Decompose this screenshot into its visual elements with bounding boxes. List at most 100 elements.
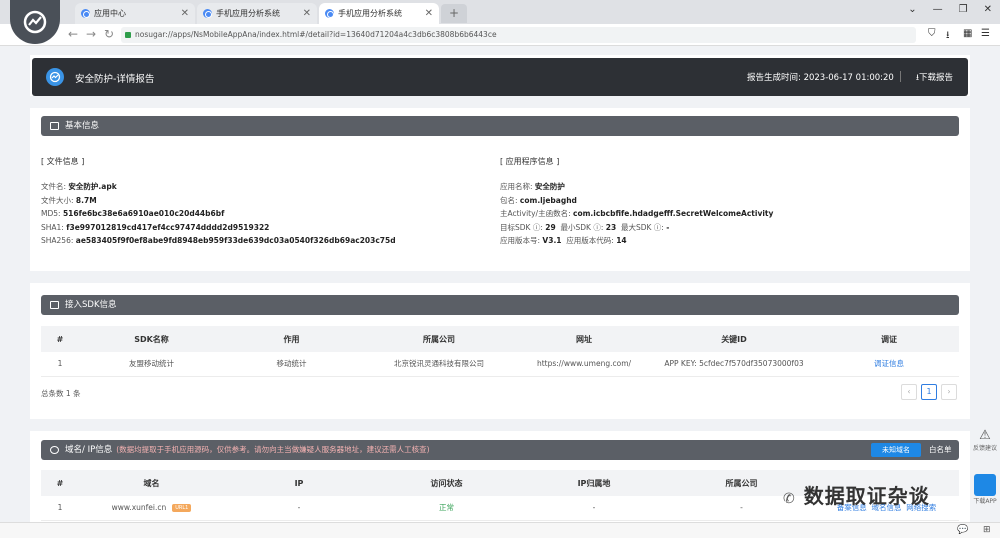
column-header: IP归属地 — [519, 470, 669, 496]
value: - — [666, 222, 670, 232]
file-info: [ 文件信息 ] 文件名: 安全防护.apk 文件大小: 8.7M MD5: 5… — [41, 156, 396, 248]
download-icon[interactable]: ⭳ — [946, 28, 950, 45]
value: f3e997012819cd417ef4cc97474dddd2d9519322 — [66, 222, 270, 232]
value: ae583405f9f0ef8abe9fd8948eb959f33de639dc… — [75, 236, 396, 245]
address-bar: ← → ↻ nosugar://apps/NsMobileAppAna/inde… — [0, 24, 1000, 46]
app-info: [ 应用程序信息 ] 应用名称: 安全防护 包名: com.ljebaghd 主… — [500, 156, 773, 248]
column-header: # — [41, 470, 79, 496]
label: SHA1: — [41, 222, 64, 232]
value: 29 — [545, 222, 556, 232]
basic-info-card: 基本信息 [ 文件信息 ] 文件名: 安全防护.apk 文件大小: 8.7M M… — [30, 108, 970, 271]
cell-domain: www.xunfei.cn URL1 — [79, 496, 224, 521]
package-row: 包名: com.ljebaghd — [500, 194, 773, 208]
cell-ip-location: - — [519, 496, 669, 521]
whitelist-button[interactable]: 白名单 — [929, 443, 952, 457]
value: V3.1 — [542, 236, 562, 245]
menu-icon[interactable]: ☰ — [981, 28, 990, 39]
md5-row: MD5: 516fe6bc38e6a6910ae010c20d44b6bf — [41, 207, 396, 221]
prev-page-button[interactable]: ‹ — [901, 384, 917, 400]
column-header: 关键ID — [649, 326, 819, 352]
minimize-icon[interactable]: — — [933, 4, 943, 15]
tab-analysis-2[interactable]: 手机应用分析系统 ✕ — [319, 3, 439, 24]
sdk-table: # SDK名称 作用 所属公司 网址 关键ID 调证 1 友盟移动统计 移动统计… — [41, 326, 959, 377]
total-count: 总条数 1 条 — [41, 389, 81, 398]
sdk-card: 接入SDK信息 # SDK名称 作用 所属公司 网址 关键ID 调证 1 友盟移… — [30, 283, 970, 419]
cell-sdk-name: 友盟移动统计 — [79, 352, 224, 377]
close-window-icon[interactable]: ✕ — [984, 4, 992, 15]
sdk-icon — [50, 301, 59, 309]
domain-text: www.xunfei.cn — [111, 503, 167, 513]
cell-role: 移动统计 — [224, 352, 359, 377]
new-tab-button[interactable]: + — [441, 4, 467, 23]
tab-title: 应用中心 — [94, 9, 126, 18]
evidence-link[interactable]: 调证信息 — [819, 352, 959, 377]
window-controls: ⌄ — ❐ ✕ — [908, 4, 992, 15]
shield-icon[interactable]: ⛉ — [928, 28, 936, 39]
divider — [900, 71, 901, 82]
page-button[interactable]: 1 — [921, 384, 937, 400]
activity-row: 主Activity/主函数名: com.icbcbfife.hdadgefff.… — [500, 207, 773, 221]
value: 14 — [616, 236, 627, 245]
tab-favicon-icon — [81, 9, 90, 18]
tab-analysis-1[interactable]: 手机应用分析系统 ✕ — [197, 3, 317, 24]
reload-icon[interactable]: ↻ — [104, 27, 114, 41]
next-page-button[interactable]: › — [941, 384, 957, 400]
column-header: IP — [224, 470, 374, 496]
label: 文件名: — [41, 182, 67, 191]
feedback-label: 反馈建议 — [972, 445, 997, 452]
label: 目标SDK ⓘ: — [500, 222, 543, 232]
sdk-row: 目标SDK ⓘ: 29 最小SDK ⓘ: 23 最大SDK ⓘ: - — [500, 221, 773, 235]
label: SHA256: — [41, 236, 74, 245]
close-icon[interactable]: ✕ — [181, 8, 189, 19]
value: 23 — [605, 222, 617, 232]
column-header: SDK名称 — [79, 326, 224, 352]
cell-ip: - — [224, 496, 374, 521]
label: 应用版本代码: — [566, 236, 614, 245]
value: com.ljebaghd — [519, 195, 577, 205]
section-title: 接入SDK信息 — [65, 300, 117, 310]
label: MD5: — [41, 209, 61, 218]
info-icon — [50, 122, 59, 130]
column-header: # — [41, 326, 79, 352]
browser-status-bar: 💬 ⊞ — [0, 522, 1000, 538]
app-name-row: 应用名称: 安全防护 — [500, 180, 773, 194]
gap — [30, 419, 970, 431]
sha256-row: SHA256: ae583405f9f0ef8abe9fd8948eb959f3… — [41, 234, 396, 248]
column-header: 作用 — [224, 326, 359, 352]
watermark: ✆ 数据取证杂谈 — [783, 480, 930, 509]
download-app-button[interactable]: 下载APP — [970, 474, 1000, 505]
feedback-button[interactable]: ⚠ 反馈建议 — [970, 428, 1000, 452]
settings-icon[interactable]: ⊞ — [983, 525, 991, 535]
close-icon[interactable]: ✕ — [425, 8, 433, 19]
report-header: 安全防护-详情报告 报告生成时间: 2023-06-17 01:00:20 ⭳下… — [32, 58, 968, 96]
value: com.icbcbfife.hdadgefff.SecretWelcomeAct… — [573, 209, 774, 218]
tab-app-center[interactable]: 应用中心 ✕ — [75, 3, 195, 24]
section-header-domain: 域名/ IP信息 (数据均提取于手机应用源码，仅供参考。请勿向主当做嫌疑人服务器地… — [41, 440, 959, 460]
download-report-button[interactable]: ⭳下载报告 — [916, 71, 953, 86]
cell-status: 正常 — [374, 496, 519, 521]
sha1-row: SHA1: f3e997012819cd417ef4cc97474dddd2d9… — [41, 221, 396, 235]
restore-icon[interactable]: ❐ — [959, 4, 968, 15]
cell-key-id: APP KEY: 5cfdec7f570df35073000f03 — [649, 352, 819, 377]
value: 安全防护.apk — [68, 182, 117, 191]
table-row: 1 友盟移动统计 移动统计 北京锐讯灵通科技有限公司 https://www.u… — [41, 352, 959, 377]
warning-icon: ⚠ — [979, 428, 991, 443]
label: 文件大小: — [41, 195, 74, 205]
url-badge: URL1 — [172, 504, 192, 513]
column-header: 域名 — [79, 470, 224, 496]
value: 8.7M — [75, 195, 97, 205]
column-header: 所属公司 — [359, 326, 519, 352]
label: 包名: — [500, 195, 518, 205]
lock-icon — [125, 32, 131, 38]
chat-icon[interactable]: 💬 — [957, 525, 968, 535]
chevron-down-icon[interactable]: ⌄ — [908, 4, 916, 15]
close-icon[interactable]: ✕ — [303, 8, 311, 19]
url-input[interactable]: nosugar://apps/NsMobileAppAna/index.html… — [121, 27, 916, 43]
domain-note: (数据均提取于手机应用源码，仅供参考。请勿向主当做嫌疑人服务器地址，建议还需人工… — [116, 445, 430, 454]
forward-icon[interactable]: → — [86, 27, 96, 41]
download-app-label: 下载APP — [973, 498, 997, 505]
back-icon[interactable]: ← — [68, 27, 78, 41]
grid-icon[interactable]: ▦ — [963, 28, 972, 39]
unknown-domain-button[interactable]: 未知域名 — [871, 443, 921, 457]
tab-favicon-icon — [203, 9, 212, 18]
